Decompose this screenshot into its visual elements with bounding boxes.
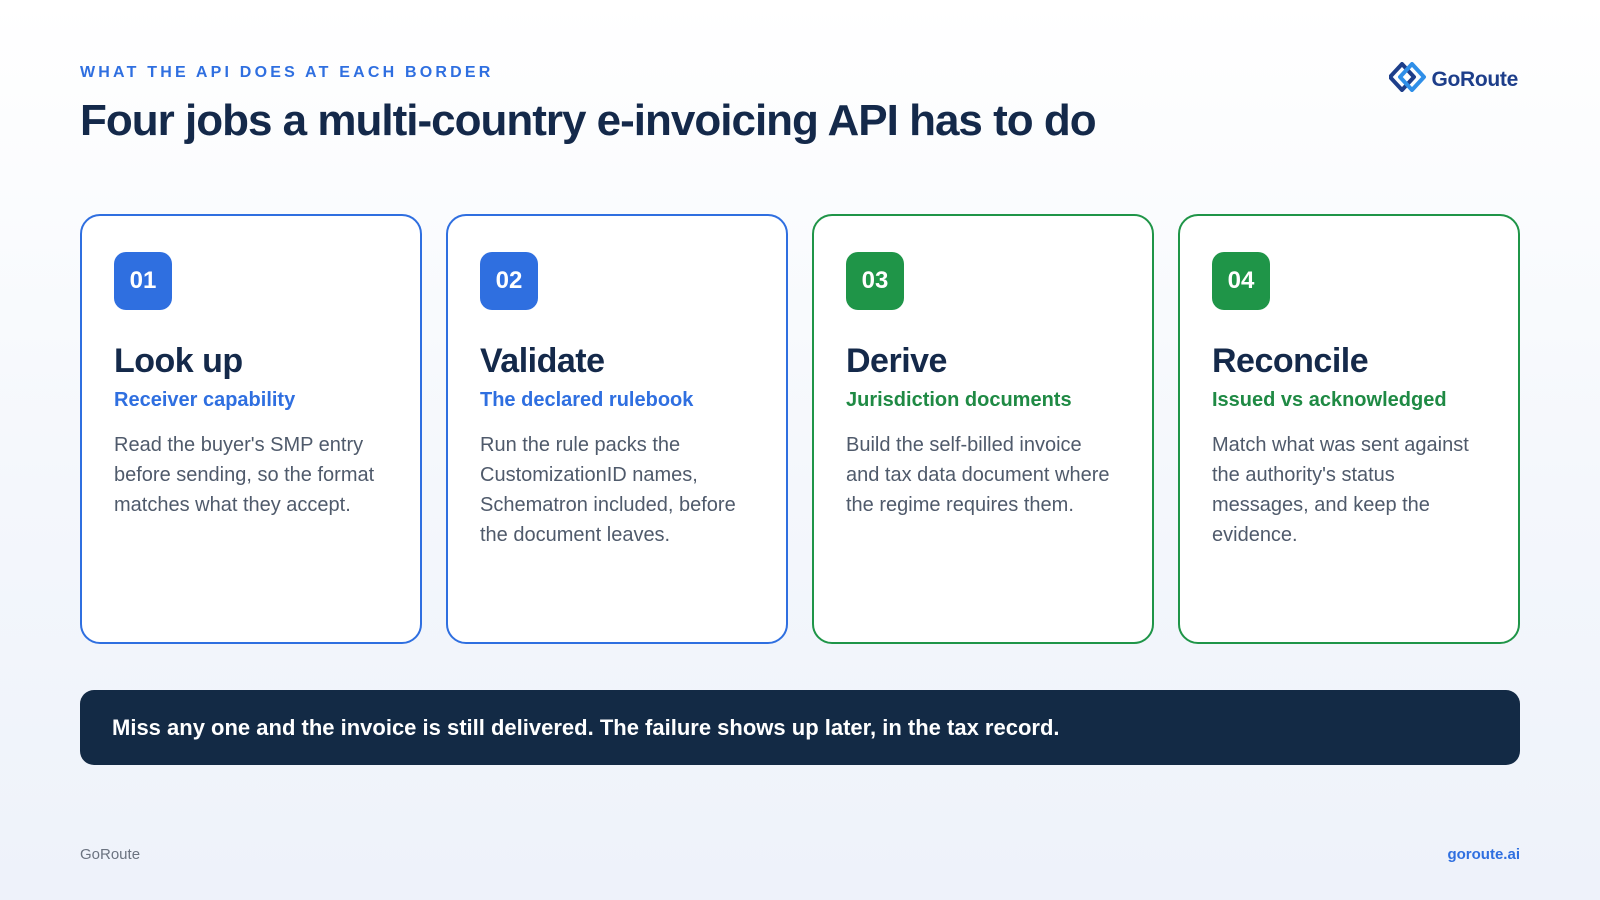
card-subtitle: The declared rulebook	[480, 389, 694, 411]
card-reconcile: 04 Reconcile Issued vs acknowledged Matc…	[1178, 214, 1520, 644]
card-subtitle: Issued vs acknowledged	[1212, 389, 1447, 411]
jobs-card-row: 01 Look up Receiver capability Read the …	[80, 214, 1520, 644]
card-number-badge: 04	[1212, 252, 1270, 310]
card-title: Validate	[480, 342, 605, 380]
logo-wordmark: GoRoute	[1431, 67, 1518, 91]
card-number-badge: 01	[114, 252, 172, 310]
footer-website-link[interactable]: goroute.ai	[1447, 846, 1520, 863]
goroute-logo: GoRoute	[1388, 62, 1518, 97]
goroute-diamond-logo-icon	[1388, 62, 1427, 97]
callout-banner: Miss any one and the invoice is still de…	[80, 690, 1520, 765]
card-subtitle: Receiver capability	[114, 389, 296, 411]
card-number-badge: 03	[846, 252, 904, 310]
card-subtitle: Jurisdiction documents	[846, 389, 1072, 411]
callout-text: Miss any one and the invoice is still de…	[112, 714, 1060, 740]
card-description: Read the buyer's SMP entry before sendin…	[114, 434, 375, 516]
card-description: Run the rule packs the CustomizationID n…	[480, 434, 736, 546]
footer-brand: GoRoute	[80, 846, 141, 863]
card-description: Match what was sent against the authorit…	[1212, 434, 1469, 546]
page-title: Four jobs a multi-country e-invoicing AP…	[80, 96, 1097, 145]
card-look-up: 01 Look up Receiver capability Read the …	[80, 214, 422, 644]
card-title: Reconcile	[1212, 342, 1369, 380]
card-derive: 03 Derive Jurisdiction documents Build t…	[812, 214, 1154, 644]
card-title: Look up	[114, 342, 243, 380]
card-description: Build the self-billed invoice and tax da…	[846, 434, 1110, 516]
card-title: Derive	[846, 342, 947, 380]
card-validate: 02 Validate The declared rulebook Run th…	[446, 214, 788, 644]
eyebrow-label: WHAT THE API DOES AT EACH BORDER	[80, 64, 494, 81]
card-number-badge: 02	[480, 252, 538, 310]
